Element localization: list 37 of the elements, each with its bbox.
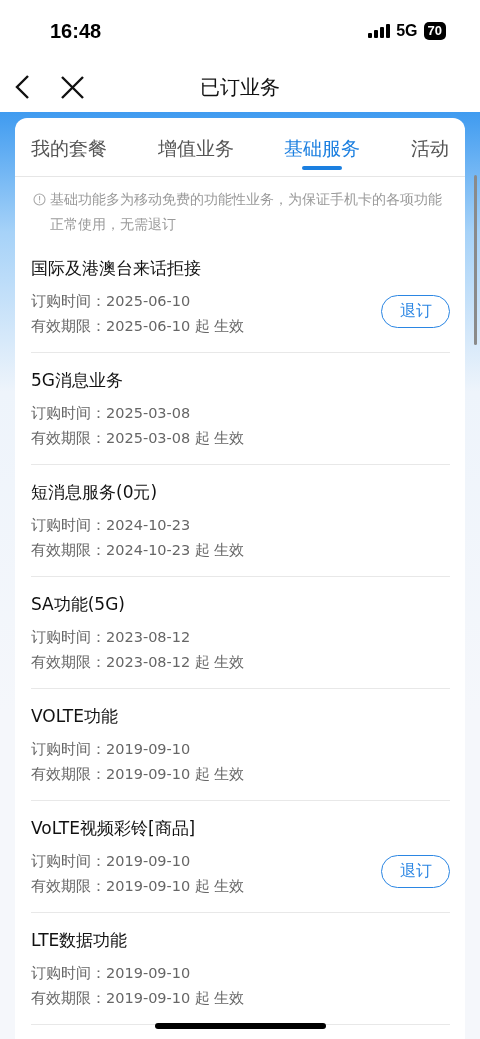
order-date: 订购时间：2025-03-08 [31, 404, 192, 423]
validity-period: 有效期限：2019-09-10 起 生效 [31, 877, 246, 896]
service-name: VoLTE视频彩铃[商品] [31, 817, 197, 840]
network-label: 5G [396, 22, 418, 40]
tab[interactable]: 基础服务 [284, 118, 361, 176]
page-title: 已订业务 [200, 74, 280, 99]
signal-icon [368, 24, 391, 38]
validity-period: 有效期限：2024-10-23 起 生效 [31, 541, 246, 560]
close-icon[interactable] [60, 74, 85, 100]
clock-time: 16:48 [50, 19, 102, 43]
service-name: 短消息服务(0元) [31, 481, 159, 504]
service-name: LTE数据功能 [31, 929, 129, 952]
order-date: 订购时间：2019-09-10 [31, 740, 192, 759]
order-date: 订购时间：2024-10-23 [31, 516, 192, 535]
back-icon[interactable] [14, 74, 30, 100]
unsubscribe-button[interactable]: 退订 [381, 854, 450, 888]
order-date: 订购时间：2023-08-12 [31, 628, 192, 647]
tab[interactable]: 增值业务 [157, 118, 234, 176]
info-icon [33, 193, 46, 206]
scroll-bar[interactable] [474, 175, 477, 345]
unsubscribe-button[interactable]: 退订 [381, 294, 450, 328]
tab[interactable]: 我的套餐 [31, 118, 107, 176]
service-name: SA功能(5G) [31, 593, 126, 616]
validity-period: 有效期限：2019-09-10 起 生效 [31, 989, 246, 1008]
validity-period: 有效期限：2023-08-12 起 生效 [31, 653, 246, 672]
notice-text: 基础功能多为移动免费的功能性业务，为保证手机卡的各项功能正常使用，无需退订 [50, 190, 443, 234]
order-date: 订购时间：2019-09-10 [31, 852, 192, 871]
service-name: VOLTE功能 [31, 705, 119, 728]
tab[interactable]: 活动 [410, 118, 449, 176]
battery-level: 70 [423, 22, 446, 40]
order-date: 订购时间：2019-09-10 [31, 964, 192, 983]
service-name: 国际及港澳台来话拒接 [31, 257, 202, 280]
validity-period: 有效期限：2025-03-08 起 生效 [31, 429, 246, 448]
validity-period: 有效期限：2019-09-10 起 生效 [31, 765, 246, 784]
validity-period: 有效期限：2025-06-10 起 生效 [31, 317, 246, 336]
service-name: 5G消息业务 [31, 369, 124, 392]
order-date: 订购时间：2025-06-10 [31, 292, 192, 311]
